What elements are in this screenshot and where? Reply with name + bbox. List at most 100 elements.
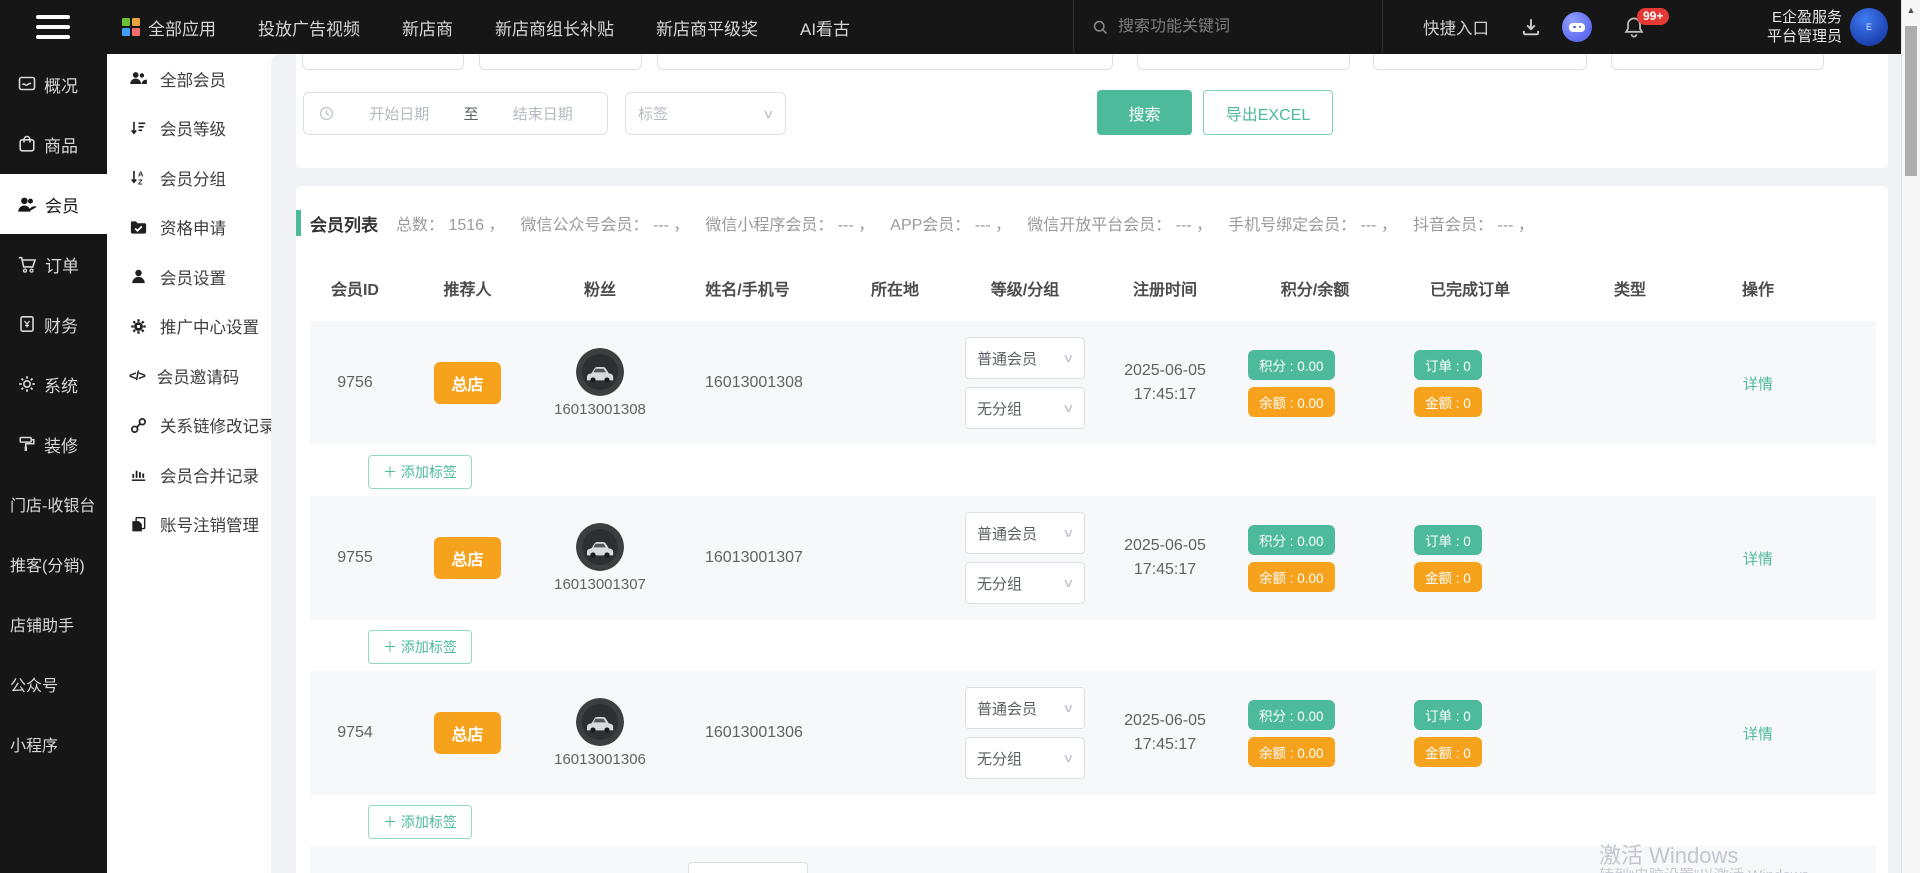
tag-row: ＋ 添加标签	[310, 445, 1876, 496]
search-input[interactable]	[1118, 18, 1338, 36]
referrer-badge: 总店	[434, 362, 500, 404]
top-menu-leader-subsidy[interactable]: 新店商组长补贴	[495, 15, 614, 40]
submenu-merge-log[interactable]: 会员合并记录	[107, 450, 271, 500]
export-excel-button[interactable]: 导出EXCEL	[1203, 90, 1333, 135]
top-menu-ad-video[interactable]: 投放广告视频	[258, 15, 360, 40]
scrollbar-thumb[interactable]	[1905, 26, 1917, 176]
column-header: 会员ID	[310, 276, 400, 300]
download-icon[interactable]	[1520, 0, 1542, 54]
sidebar-item-orders[interactable]: 订单	[0, 234, 107, 294]
submenu-member-settings[interactable]: 会员设置	[107, 252, 271, 302]
group-select[interactable]: 无分组∨	[965, 737, 1085, 779]
sidebar-item-finance[interactable]: 财务	[0, 294, 107, 354]
filter-input-3[interactable]	[657, 54, 1113, 70]
gear-icon	[129, 317, 148, 336]
user-avatar[interactable]: E	[1850, 8, 1888, 46]
scrollbar-up-arrow[interactable]: ▲	[1902, 0, 1920, 20]
fans-cell	[400, 846, 535, 873]
apps-grid-icon	[122, 18, 140, 36]
points-balance-cell	[960, 846, 1090, 873]
add-tag-button[interactable]: ＋ 添加标签	[368, 805, 472, 839]
quick-entry-link[interactable]: 快捷入口	[1423, 0, 1489, 54]
column-header: 粉丝	[535, 276, 665, 300]
search-button[interactable]: 搜索	[1097, 90, 1192, 135]
column-header: 已完成订单	[1390, 276, 1550, 300]
submenu-account-cancel[interactable]: 账号注销管理	[107, 500, 271, 550]
fan-avatar[interactable]	[576, 348, 624, 396]
top-menu: 全部应用 投放广告视频 新店商 新店商组长补贴 新店商平级奖 AI看古	[122, 0, 850, 54]
add-tag-button[interactable]: ＋ 添加标签	[368, 455, 472, 489]
overview-icon	[17, 74, 37, 94]
sidebar-item-members[interactable]: 会员	[0, 174, 107, 234]
sort-amount-icon	[129, 119, 148, 138]
global-search[interactable]	[1073, 0, 1383, 54]
fan-avatar[interactable]	[576, 698, 624, 746]
fan-avatar[interactable]	[576, 523, 624, 571]
sidebar-item-decorate[interactable]: 装修	[0, 414, 107, 474]
members-icon	[17, 194, 38, 215]
notification-count-badge: 99+	[1637, 8, 1669, 25]
orders-badge: 订单 : 0	[1414, 700, 1482, 730]
sidebar-item-system[interactable]: 系统	[0, 354, 107, 414]
action-cell	[1390, 846, 1550, 873]
member-list-card: 会员列表 总数： 1516 ，微信公众号会员： --- ，微信小程序会员： --…	[296, 186, 1888, 873]
hamburger-menu-icon[interactable]	[36, 15, 70, 39]
column-header: 操作	[1710, 276, 1876, 300]
top-menu-peer-award[interactable]: 新店商平级奖	[656, 15, 758, 40]
fan-number: 16013001308	[554, 401, 646, 418]
submenu-member-group[interactable]: AZ 会员分组	[107, 153, 271, 203]
level-group-cell: 普通会员∨ 无分组∨	[960, 321, 1090, 445]
group-select[interactable]: 无分组∨	[965, 562, 1085, 604]
location-cell	[830, 496, 960, 620]
register-time-cell: 2025-06-05 17:45:17	[1090, 321, 1240, 445]
top-menu-label: 全部应用	[148, 15, 216, 40]
sidebar-item-overview[interactable]: 概况	[0, 54, 107, 114]
sidebar-item-distribution[interactable]: 推客(分销)	[0, 534, 107, 594]
sidebar-item-mini-program[interactable]: 小程序	[0, 714, 107, 774]
referrer-cell: 总店	[400, 496, 535, 620]
top-menu-all-apps[interactable]: 全部应用	[122, 15, 216, 40]
filter-card: 开始日期 至 结束日期 标签 ∨ 搜索 导出EXCEL	[296, 54, 1888, 168]
register-date: 2025-06-05	[1124, 709, 1206, 733]
sidebar-item-pos[interactable]: 门店-收银台	[0, 474, 107, 534]
vertical-scrollbar[interactable]: ▲	[1901, 0, 1920, 873]
level-select[interactable]: 普通会员∨	[688, 862, 808, 873]
detail-link[interactable]: 详情	[1743, 723, 1773, 744]
filter-input-2[interactable]	[479, 54, 642, 70]
sidebar-item-shop-assistant[interactable]: 店铺助手	[0, 594, 107, 654]
submenu-invite-code[interactable]: </> 会员邀请码	[107, 351, 271, 401]
filter-input-6[interactable]	[1611, 54, 1824, 70]
tag-select[interactable]: 标签 ∨	[625, 92, 786, 135]
filter-input-1[interactable]	[302, 54, 464, 70]
add-tag-button[interactable]: ＋ 添加标签	[368, 630, 472, 664]
sort-alpha-icon: AZ	[129, 168, 148, 187]
submenu-all-members[interactable]: 全部会员	[107, 54, 271, 104]
orders-amount-cell: 订单 : 0 金额 : 0	[1390, 671, 1550, 795]
sidebar-item-goods[interactable]: 商品	[0, 114, 107, 174]
top-menu-new-shop[interactable]: 新店商	[402, 15, 453, 40]
level-select[interactable]: 普通会员∨	[965, 512, 1085, 554]
points-badge: 积分 : 0.00	[1248, 700, 1335, 730]
stat-item: APP会员： --- ，	[890, 217, 1011, 234]
level-select[interactable]: 普通会员∨	[965, 687, 1085, 729]
filter-input-5[interactable]	[1373, 54, 1587, 70]
submenu-promotion-settings[interactable]: 推广中心设置	[107, 302, 271, 352]
level-select[interactable]: 普通会员∨	[965, 337, 1085, 379]
detail-link[interactable]: 详情	[1743, 373, 1773, 394]
sidebar-item-official-account[interactable]: 公众号	[0, 654, 107, 714]
points-balance-cell: 积分 : 0.00 余额 : 0.00	[1240, 496, 1390, 620]
detail-link[interactable]: 详情	[1743, 548, 1773, 569]
balance-badge: 余额 : 0.00	[1248, 737, 1335, 767]
action-cell: 详情	[1710, 671, 1876, 795]
submenu-relation-log[interactable]: 关系链修改记录	[107, 401, 271, 451]
chevron-down-icon: ∨	[1062, 526, 1074, 540]
date-range-picker[interactable]: 开始日期 至 结束日期	[303, 92, 608, 135]
submenu-member-level[interactable]: 会员等级	[107, 104, 271, 154]
filter-input-4[interactable]	[1137, 54, 1350, 70]
assistant-robot-icon[interactable]	[1562, 0, 1592, 54]
action-cell: 详情	[1710, 321, 1876, 445]
top-menu-ai[interactable]: AI看古	[800, 15, 850, 40]
group-select[interactable]: 无分组∨	[965, 387, 1085, 429]
search-icon	[1092, 19, 1109, 36]
submenu-qualification[interactable]: 资格申请	[107, 203, 271, 253]
